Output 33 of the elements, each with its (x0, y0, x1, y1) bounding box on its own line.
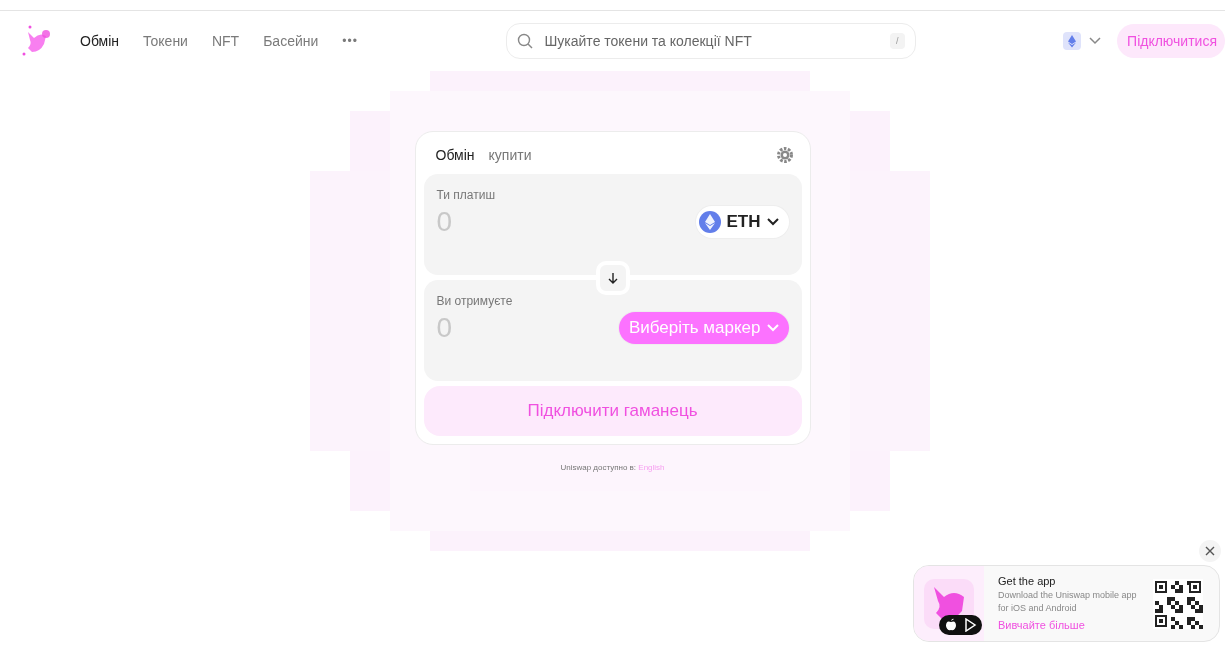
chevron-down-icon (766, 324, 779, 332)
ethereum-icon (1063, 32, 1082, 50)
close-icon[interactable] (1199, 540, 1221, 562)
token-selector[interactable]: ETH (695, 206, 789, 238)
banner-title: Get the app (998, 574, 1057, 587)
panel-label: Ви отримуєте (436, 294, 514, 308)
shortcut-key: / (890, 33, 905, 49)
connect-button[interactable]: Підключитися (1117, 24, 1225, 58)
nav-item[interactable]: Токени (143, 33, 188, 49)
search-bar[interactable]: Шукайте токени та колекції NFT / (505, 23, 916, 59)
panel-label: Ти платиш (436, 188, 497, 202)
chevron-down-icon (1089, 37, 1102, 45)
chevron-down-icon (766, 218, 779, 226)
qr-code (1153, 578, 1203, 629)
network-selector[interactable] (1063, 32, 1102, 50)
swap-tab[interactable]: купити (484, 147, 536, 163)
ethereum-icon (698, 211, 721, 233)
select-token-button[interactable]: Виберіть маркер (618, 312, 789, 344)
settings-icon[interactable] (775, 146, 794, 164)
more-menu[interactable]: ••• (342, 34, 358, 48)
search-field[interactable]: Шукайте токени та колекції NFT (542, 32, 880, 50)
swap-tab[interactable]: Обмін (431, 147, 479, 163)
learn-more-link[interactable]: Вивчайте більше (998, 618, 1085, 631)
nav-item[interactable]: Обмін (80, 33, 120, 49)
search-icon (516, 33, 533, 49)
nav-item[interactable]: NFT (211, 33, 240, 49)
language-note: Uniswap доступно в: English (560, 463, 665, 472)
app-store-icons (939, 615, 982, 635)
connect-wallet-button[interactable]: Підключити гаманець (423, 386, 802, 436)
swap-direction-button[interactable] (595, 261, 630, 295)
banner-description: Download the Uniswap mobile app for iOS and Android (998, 588, 1138, 615)
arrow-down-icon (606, 272, 619, 284)
nav-item[interactable]: Басейни (263, 33, 319, 49)
